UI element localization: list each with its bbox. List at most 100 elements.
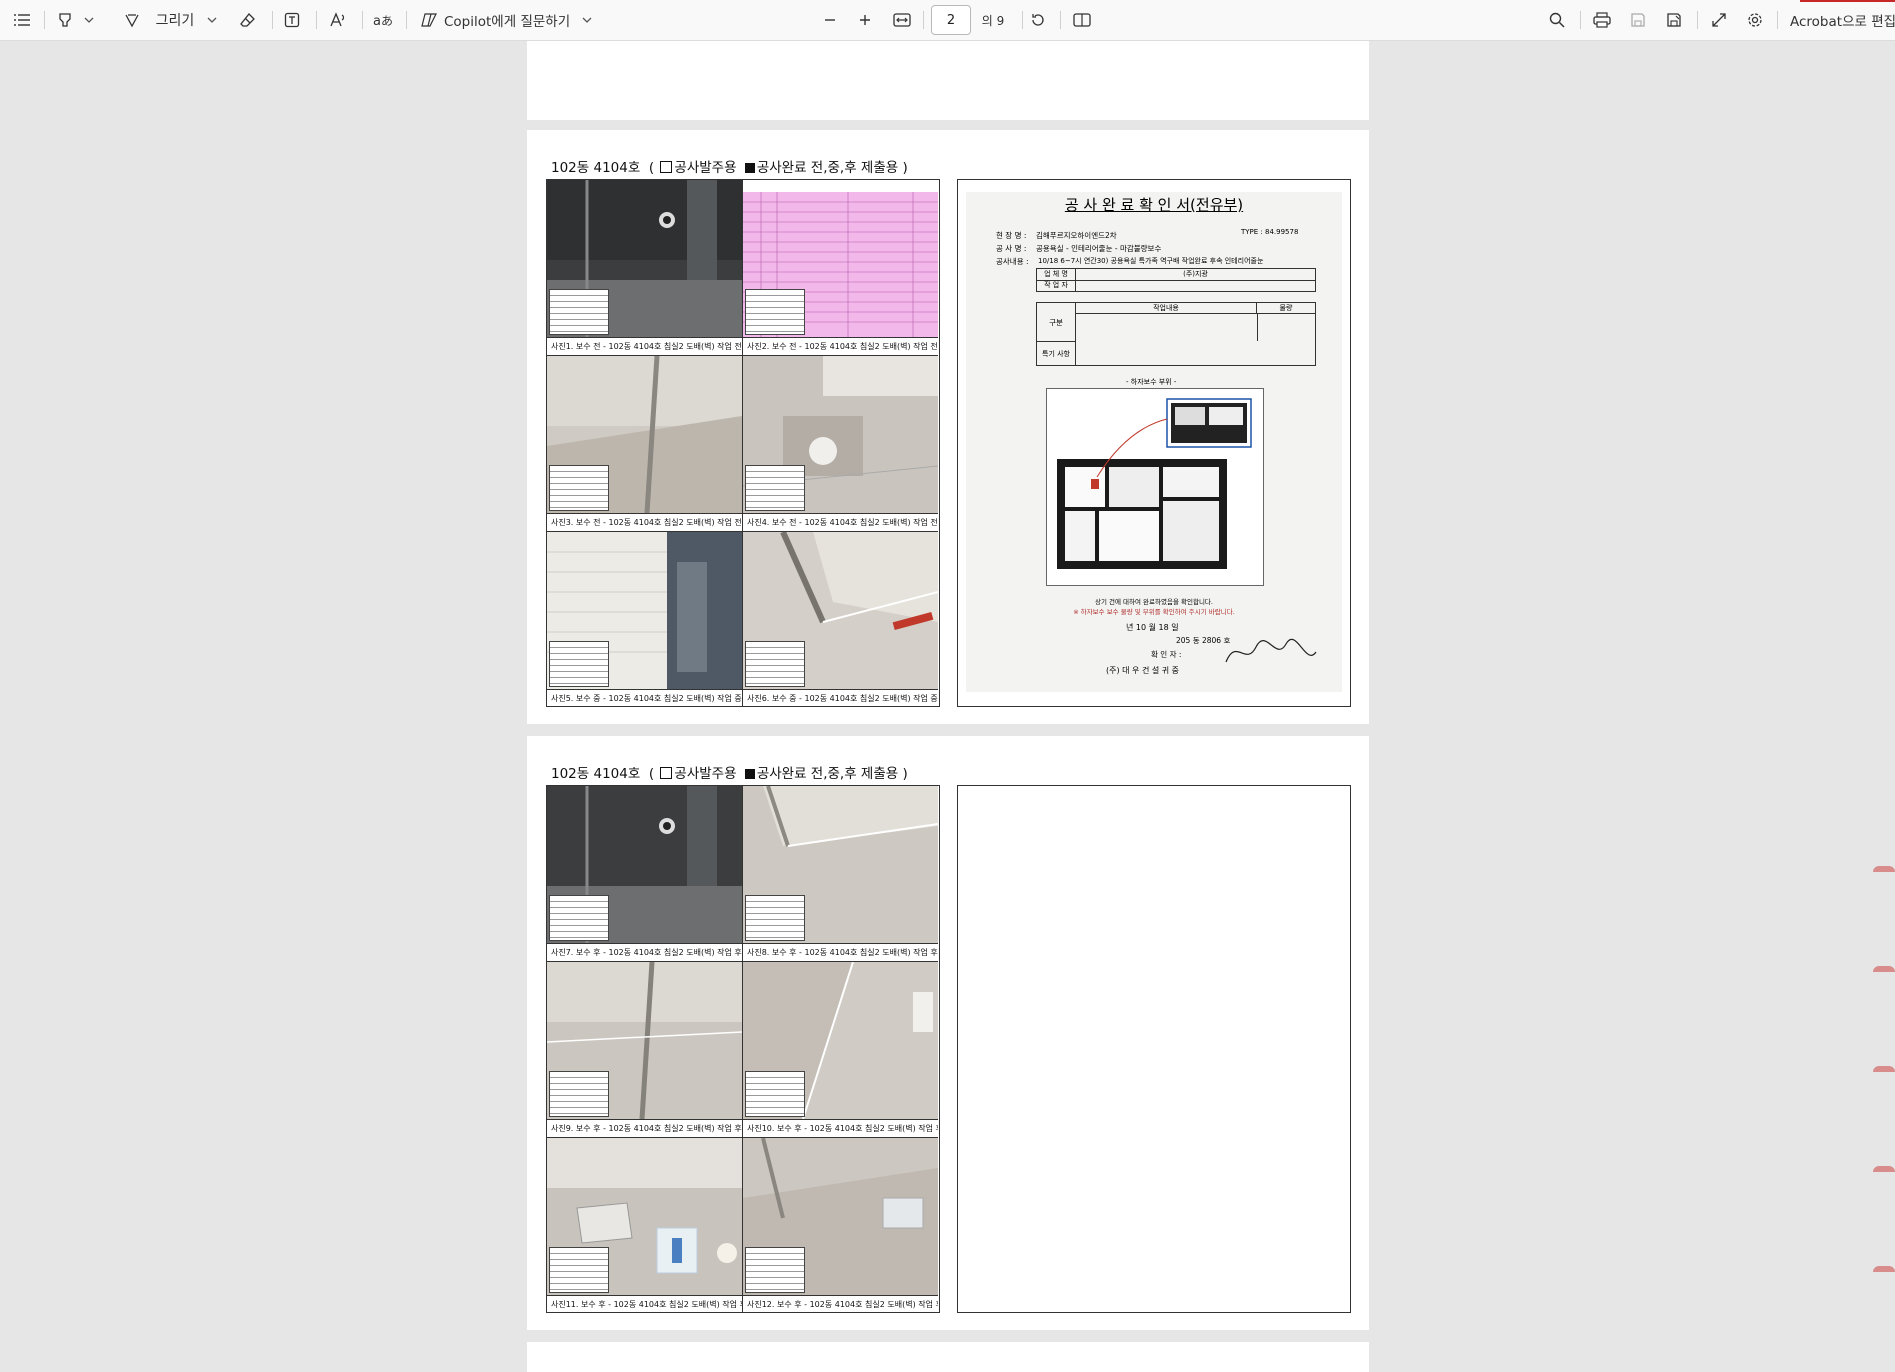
photo-grid: 사진7. 보수 후 - 102동 4104호 침실2 도배(벽) 작업 후 사진… [546, 785, 940, 1313]
heading-option-submit: 공사완료 전,중,후 제출용 ) [756, 160, 908, 176]
photo-cell: 사진10. 보수 후 - 102동 4104호 침실2 도배(벽) 작업 후 [743, 962, 938, 1138]
annotation-marker[interactable] [1873, 966, 1895, 972]
translate-icon[interactable]: aあ [370, 0, 396, 40]
pdf-page-2: 102동 4104호 ( 공사발주용 공사완료 전,중,후 제출용 ) 사진1.… [527, 130, 1369, 724]
outline-list-icon[interactable] [10, 0, 34, 40]
copilot-icon[interactable] [418, 0, 440, 40]
photo-info-stamp [745, 1071, 805, 1117]
content-value: 10/18 6~7시 연간30) 공용욕실 특가족 역구배 작업완료 후속 인테… [1038, 257, 1264, 265]
photo-caption: 사진1. 보수 전 - 102동 4104호 침실2 도배(벽) 작업 전 [547, 337, 742, 354]
handwritten-signature [1221, 632, 1321, 672]
worker-label: 작 업 자 [1037, 280, 1076, 291]
save-icon[interactable] [1625, 0, 1651, 40]
page-view-icon[interactable] [1069, 0, 1095, 40]
full-screen-icon[interactable] [1706, 0, 1732, 40]
empty-document-frame [957, 785, 1351, 1313]
photo-floor-drain [743, 356, 938, 513]
certificate-document: 공 사 완 료 확 인 서(전유부) TYPE : 84.99578 현 장 명… [966, 192, 1342, 692]
copilot-ask-button[interactable]: Copilot에게 질문하기 [444, 0, 578, 40]
qty-label: 물량 [1257, 303, 1315, 314]
checkbox-unchecked-icon [660, 767, 673, 779]
photo-caption: 사진5. 보수 중 - 102동 4104호 침실2 도배(벽) 작업 중 [547, 689, 742, 706]
photo-info-stamp [549, 465, 609, 511]
photo-info-stamp [549, 289, 609, 335]
photo-info-stamp [549, 1071, 609, 1117]
photo-info-stamp [745, 641, 805, 687]
photo-cell: 사진11. 보수 후 - 102동 4104호 침실2 도배(벽) 작업 후 [547, 1138, 743, 1313]
photo-bathroom-ceiling [547, 786, 742, 943]
photo-spreadsheet-screenshot [743, 180, 938, 337]
heading-option-submit: 공사완료 전,중,후 제출용 ) [756, 766, 908, 782]
copilot-dropdown-chevron-icon[interactable] [580, 0, 594, 40]
checkbox-checked-icon [744, 769, 755, 779]
site-value: 김해푸르지오하이엔드2차 [1036, 231, 1117, 240]
heading-option-order: 공사발주용 [674, 160, 737, 176]
heading-option-order: 공사발주용 [674, 766, 737, 782]
zoom-in-icon[interactable] [853, 0, 877, 40]
photo-caption: 사진6. 보수 중 - 102동 4104호 침실2 도배(벽) 작업 중 [743, 689, 938, 706]
read-aloud-icon[interactable] [326, 0, 350, 40]
photo-cell: 사진3. 보수 전 - 102동 4104호 침실2 도배(벽) 작업 전 [547, 356, 743, 532]
pdf-page-4 [527, 1342, 1369, 1372]
certificate-title: 공 사 완 료 확 인 서(전유부) [1064, 196, 1244, 214]
certificate-footer: (주) 대 우 건 설 귀 중 [1106, 666, 1180, 675]
checkbox-checked-icon [744, 163, 755, 173]
photo-cell: 사진12. 보수 후 - 102동 4104호 침실2 도배(벽) 작업 후 [743, 1138, 938, 1313]
confirm-text: 상기 건에 대하여 완료하였음을 확인합니다. [1095, 598, 1213, 606]
date-text: 년 10 월 18 일 [1126, 623, 1179, 632]
photo-caption: 사진7. 보수 후 - 102동 4104호 침실2 도배(벽) 작업 후 [547, 943, 742, 960]
annotation-marker[interactable] [1873, 1166, 1895, 1172]
fit-width-icon[interactable] [889, 0, 915, 40]
draw-pen-icon[interactable] [120, 0, 144, 40]
page-heading: 102동 4104호 ( 공사발주용 공사완료 전,중,후 제출용 ) [551, 766, 908, 782]
rotate-icon[interactable] [1025, 0, 1051, 40]
annotation-marker[interactable] [1873, 1266, 1895, 1272]
acrobat-accent-bar [1800, 0, 1895, 2]
draw-dropdown-chevron-icon[interactable] [205, 0, 219, 40]
signer-label: 확 인 자 : [1151, 650, 1182, 659]
warn-text: ※ 하자보수 보수 물량 및 부위를 확인하여 주시기 바랍니다. [1073, 608, 1235, 616]
photo-caption: 사진12. 보수 후 - 102동 4104호 침실2 도배(벽) 작업 후 [743, 1295, 938, 1312]
pdf-page-3: 102동 4104호 ( 공사발주용 공사완료 전,중,후 제출용 ) 사진7.… [527, 736, 1369, 1330]
pdf-page-1 [527, 41, 1369, 120]
category-label: 구분 [1037, 303, 1076, 342]
work-label: 공 사 명 : [996, 244, 1027, 253]
save-as-icon[interactable] [1661, 0, 1687, 40]
photo-floor-edge [743, 962, 938, 1119]
page-number-input[interactable]: 2 [931, 5, 971, 35]
company-table: 업 체 명 (주)지광 작 업 자 [1036, 268, 1316, 292]
settings-gear-icon[interactable] [1742, 0, 1768, 40]
edit-in-acrobat-button[interactable]: Acrobat으로 편집 [1790, 0, 1895, 40]
photo-info-stamp [549, 641, 609, 687]
zoom-out-icon[interactable] [818, 0, 842, 40]
text-box-icon[interactable] [280, 0, 304, 40]
photo-cell: 사진4. 보수 전 - 102동 4104호 침실2 도배(벽) 작업 전 [743, 356, 938, 532]
annotation-marker[interactable] [1873, 866, 1895, 872]
heading-unit: 102동 4104호 [551, 160, 641, 176]
eraser-icon[interactable] [236, 0, 260, 40]
photo-info-stamp [745, 895, 805, 941]
photo-info-stamp [745, 289, 805, 335]
page-total-label: 의 9 [981, 13, 1005, 28]
photo-caption: 사진9. 보수 후 - 102동 4104호 침실2 도배(벽) 작업 후 [547, 1119, 742, 1136]
photo-info-stamp [549, 1247, 609, 1293]
photo-grid: 사진1. 보수 전 - 102동 4104호 침실2 도배(벽) 작업 전 사진… [546, 179, 940, 707]
photo-info-stamp [745, 465, 805, 511]
photo-cell: 사진1. 보수 전 - 102동 4104호 침실2 도배(벽) 작업 전 [547, 180, 743, 356]
photo-caption: 사진8. 보수 후 - 102동 4104호 침실2 도배(벽) 작업 후 [743, 943, 938, 960]
annotation-marker[interactable] [1873, 1066, 1895, 1072]
draw-button-label[interactable]: 그리기 [150, 0, 200, 40]
search-icon[interactable] [1544, 0, 1570, 40]
defect-label: - 하자보수 부위 - [1126, 378, 1177, 386]
note-label: 특기 사항 [1037, 342, 1076, 365]
highlighter-dropdown-chevron-icon[interactable] [82, 0, 96, 40]
site-label: 현 장 명 : [996, 231, 1027, 240]
photo-caption: 사진2. 보수 전 - 102동 4104호 침실2 도배(벽) 작업 전 [743, 337, 938, 354]
highlighter-icon[interactable] [54, 0, 76, 40]
photo-cell: 사진7. 보수 후 - 102동 4104호 침실2 도배(벽) 작업 후 [547, 786, 743, 962]
print-icon[interactable] [1589, 0, 1615, 40]
work-table: 구분 작업내용 물량 특기 사항 [1036, 302, 1316, 366]
photo-bathroom-floor [743, 786, 938, 943]
photo-caption: 사진11. 보수 후 - 102동 4104호 침실2 도배(벽) 작업 후 [547, 1295, 742, 1312]
pdf-toolbar: 그리기 aあ Copilot에게 질문하기 2 의 9 Acrobat으로 편집 [0, 0, 1895, 41]
